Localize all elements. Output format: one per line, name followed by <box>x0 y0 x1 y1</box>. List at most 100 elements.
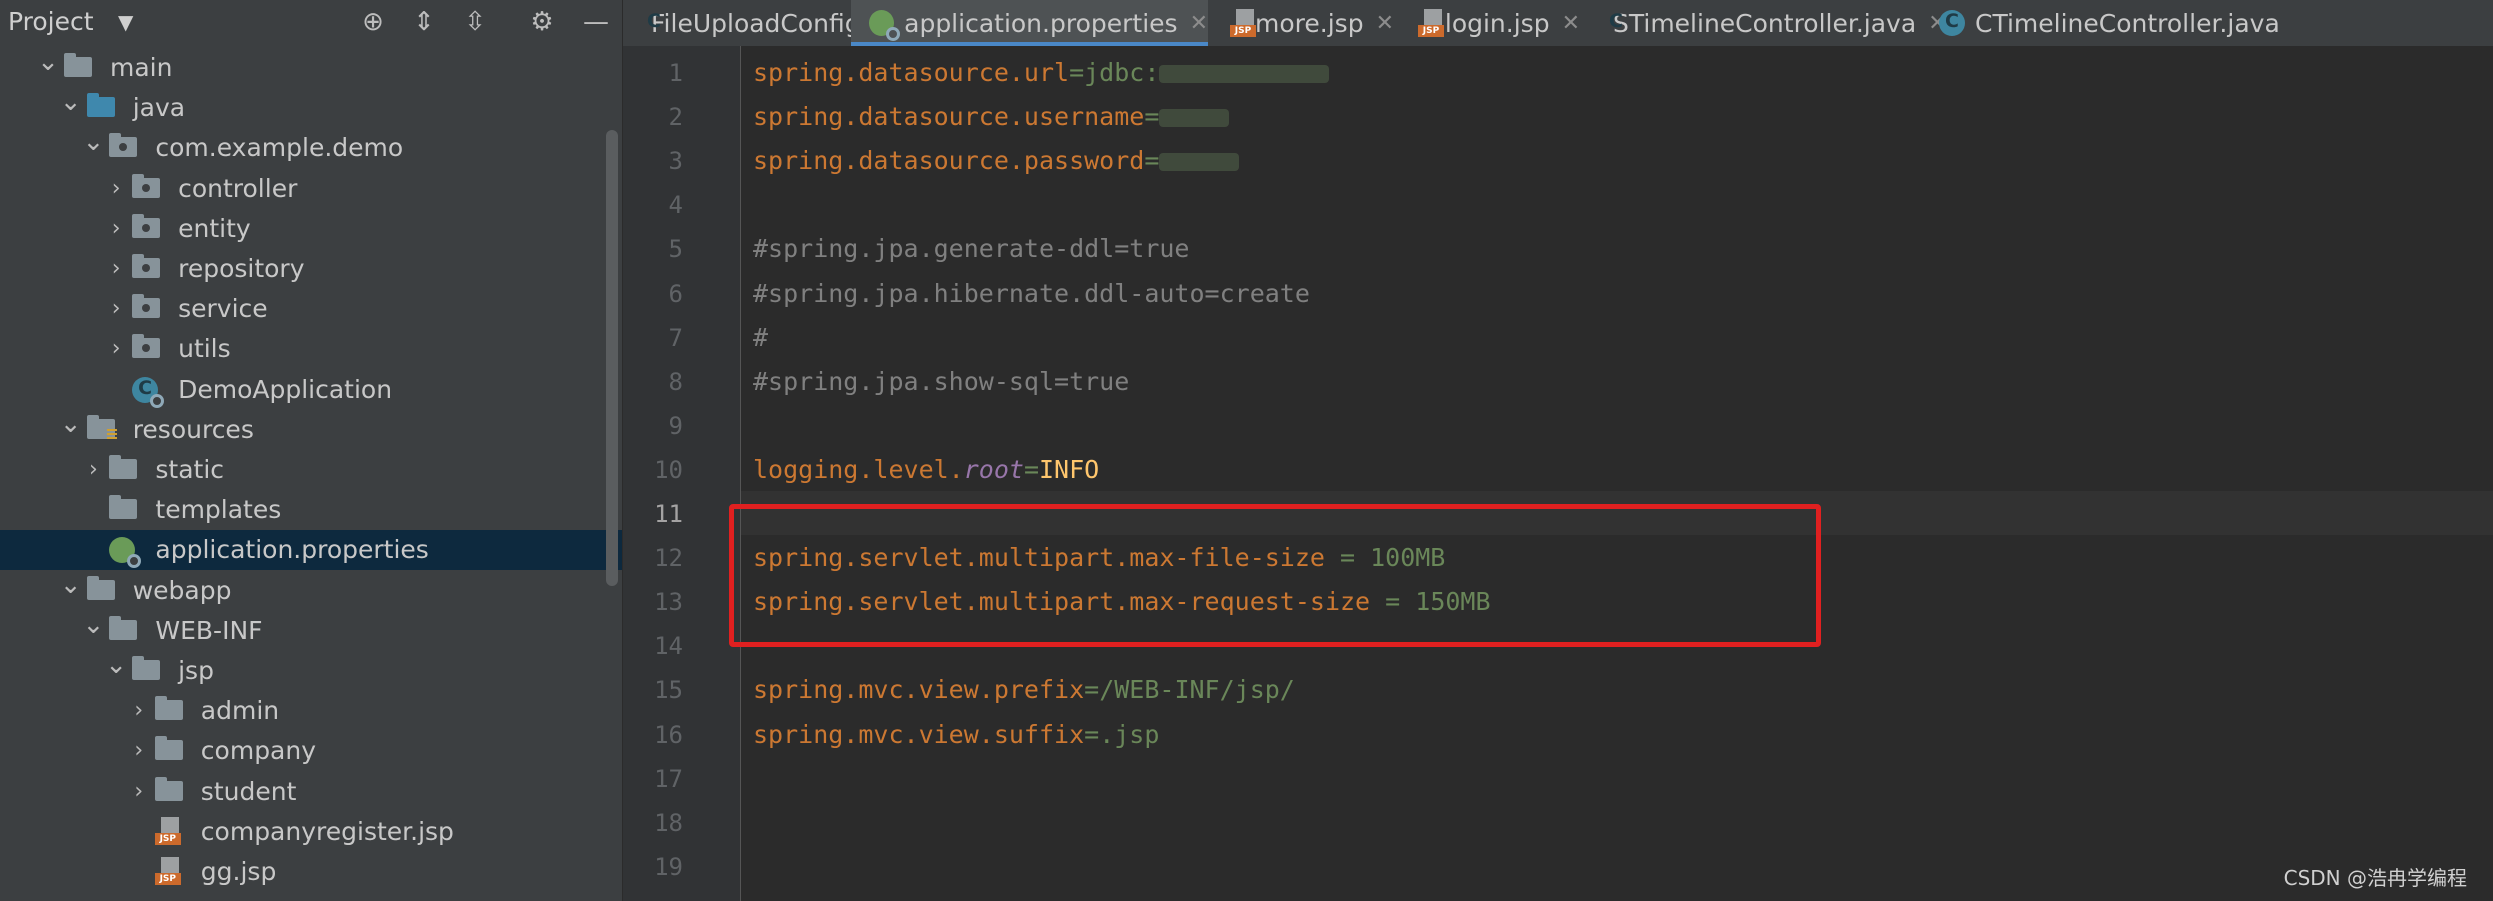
line-number: 14 <box>654 632 683 661</box>
tab-ctimelinecontroller-java[interactable]: CTimelineController.java <box>1921 0 2311 46</box>
tree-item[interactable]: › student <box>0 772 622 812</box>
chevron-right-icon[interactable]: › <box>127 691 151 731</box>
code-token: #spring.jpa.show-sql=true <box>753 366 1130 396</box>
code-token: #spring.jpa.hibernate.ddl-auto=create <box>753 278 1310 308</box>
package-icon <box>132 173 162 200</box>
chevron-down-icon[interactable]: ⌄ <box>59 571 83 611</box>
tree-item[interactable]: ⌄ jsp <box>0 651 622 691</box>
code-token: = <box>1144 102 1160 132</box>
tree-item[interactable]: › repository <box>0 249 622 289</box>
tree-item[interactable]: ⌄ resources <box>0 410 622 450</box>
close-icon[interactable]: ✕ <box>1562 11 1580 36</box>
code-line[interactable]: # <box>753 323 768 352</box>
tree-item[interactable]: ⌄ webapp <box>0 571 622 611</box>
tree-item[interactable]: DemoApplication <box>0 370 622 410</box>
tree-item-label: admin <box>200 696 280 726</box>
chevron-right-icon[interactable]: › <box>104 289 128 329</box>
folder-icon <box>86 414 117 441</box>
code-line[interactable]: #spring.jpa.show-sql=true <box>753 367 1129 396</box>
tree-item-label: jsp <box>178 656 214 685</box>
tree-item-label: repository <box>178 254 305 283</box>
folder-icon <box>86 93 117 119</box>
tree-item-label: companyregister.jsp <box>200 816 454 846</box>
tab-stimelinecontroller-java[interactable]: STimelineController.java ✕ <box>1585 0 1947 46</box>
chevron-right-icon[interactable]: › <box>81 450 105 490</box>
line-number: 3 <box>668 147 683 176</box>
code-line[interactable]: spring.datasource.username= <box>753 102 1230 132</box>
code-line[interactable]: logging.level.root=INFO <box>753 455 1099 484</box>
tree-item[interactable]: › service <box>0 289 622 329</box>
tree-item[interactable]: › company <box>0 731 622 771</box>
chevron-down-icon[interactable]: ⌄ <box>81 128 105 168</box>
folder-icon <box>109 495 139 521</box>
chevron-right-icon[interactable]: › <box>104 209 128 249</box>
spring-boot-class-icon <box>132 376 165 408</box>
chevron-down-icon[interactable]: ⌄ <box>81 611 105 651</box>
tree-item[interactable]: templates <box>0 490 622 530</box>
tree-item[interactable]: JSP companyregister.jsp <box>0 812 622 852</box>
line-number: 2 <box>668 103 683 132</box>
code-token: spring.mvc.view.prefix <box>753 675 1085 705</box>
jsp-file-icon: JSP <box>154 857 185 885</box>
tree-item[interactable]: ⌄ com.example.demo <box>0 128 622 168</box>
code-line[interactable]: spring.datasource.password= <box>753 146 1240 175</box>
chevron-down-icon[interactable]: ⌄ <box>59 88 83 128</box>
gear-icon[interactable]: ⚙ <box>526 6 558 38</box>
chevron-right-icon[interactable]: › <box>127 772 151 812</box>
tab-more-jsp[interactable]: JSP more.jsp ✕ <box>1212 0 1394 46</box>
tree-item-label: gg.jsp <box>200 857 277 886</box>
jsp-icon: JSP <box>1230 9 1256 37</box>
project-title[interactable]: Project <box>8 7 94 36</box>
package-icon <box>109 133 139 159</box>
chevron-down-icon[interactable]: ▼ <box>118 10 133 34</box>
close-icon[interactable]: ✕ <box>1190 11 1208 36</box>
project-header: Project ▼ ⊕ ⇕ ⇳ ⚙ — <box>0 0 622 46</box>
code-token: =.jsp <box>1084 719 1160 749</box>
tree-item[interactable]: application.properties <box>0 530 622 571</box>
code-line[interactable]: #spring.jpa.hibernate.ddl-auto=create <box>753 279 1310 308</box>
tree-item[interactable]: › utils <box>0 329 622 369</box>
chevron-right-icon[interactable]: › <box>127 731 151 771</box>
tree-item[interactable]: › controller <box>0 169 622 209</box>
code-line[interactable]: spring.mvc.view.prefix=/WEB-INF/jsp/ <box>753 675 1295 704</box>
watermark: CSDN @浩冉学编程 <box>2283 866 2467 890</box>
code-line[interactable]: #spring.jpa.generate-ddl=true <box>753 234 1190 263</box>
tree-item[interactable]: › entity <box>0 209 622 249</box>
line-number: 16 <box>654 720 683 749</box>
minimize-icon[interactable]: — <box>580 6 612 38</box>
chevron-right-icon[interactable]: › <box>104 249 128 289</box>
close-icon[interactable]: ✕ <box>1376 11 1394 36</box>
folder-icon <box>86 575 117 602</box>
line-number: 5 <box>668 235 683 264</box>
tree-item[interactable]: ⌄ java <box>0 88 622 128</box>
chevron-down-icon[interactable]: ⌄ <box>104 651 128 691</box>
tab-login-jsp[interactable]: JSP login.jsp ✕ <box>1400 0 1580 46</box>
code-line[interactable]: spring.mvc.view.suffix=.jsp <box>753 720 1159 749</box>
tab-application-properties[interactable]: application.properties ✕ <box>851 0 1208 46</box>
tree-item[interactable]: ⌄ WEB-INF <box>0 611 622 651</box>
tree-item[interactable]: › admin <box>0 691 622 731</box>
tree-item[interactable]: ⌄ main <box>0 48 622 88</box>
sidebar-scrollbar[interactable] <box>606 130 618 586</box>
spring-properties-icon <box>109 537 142 569</box>
tree-item-label: java <box>132 93 186 123</box>
chevron-right-icon[interactable]: › <box>104 329 128 369</box>
chevron-right-icon[interactable]: › <box>104 169 128 209</box>
package-icon <box>132 254 162 280</box>
chevron-down-icon[interactable]: ⌄ <box>36 48 60 88</box>
locate-icon[interactable]: ⊕ <box>357 6 389 38</box>
tab-label: more.jsp <box>1255 8 1364 38</box>
tree-item[interactable]: JSP gg.jsp <box>0 852 622 892</box>
collapse-all-icon[interactable]: ⇳ <box>459 6 491 38</box>
code-token: spring.mvc.view.suffix <box>753 719 1085 749</box>
chevron-down-icon[interactable]: ⌄ <box>59 410 83 450</box>
expand-all-icon[interactable]: ⇕ <box>408 6 440 38</box>
tab-fileuploadconfig-java[interactable]: FileUploadConfig.java✕ <box>623 0 951 46</box>
tree-item[interactable]: › static <box>0 450 622 490</box>
code-token: #spring.jpa.generate-ddl=true <box>753 234 1190 264</box>
line-number: 11 <box>654 500 683 528</box>
code-line[interactable]: spring.datasource.url=jdbc: <box>753 58 1330 87</box>
tree-item-label: entity <box>178 213 251 243</box>
code-token: logging.level. <box>753 454 964 484</box>
tree-item-label: student <box>200 776 297 806</box>
